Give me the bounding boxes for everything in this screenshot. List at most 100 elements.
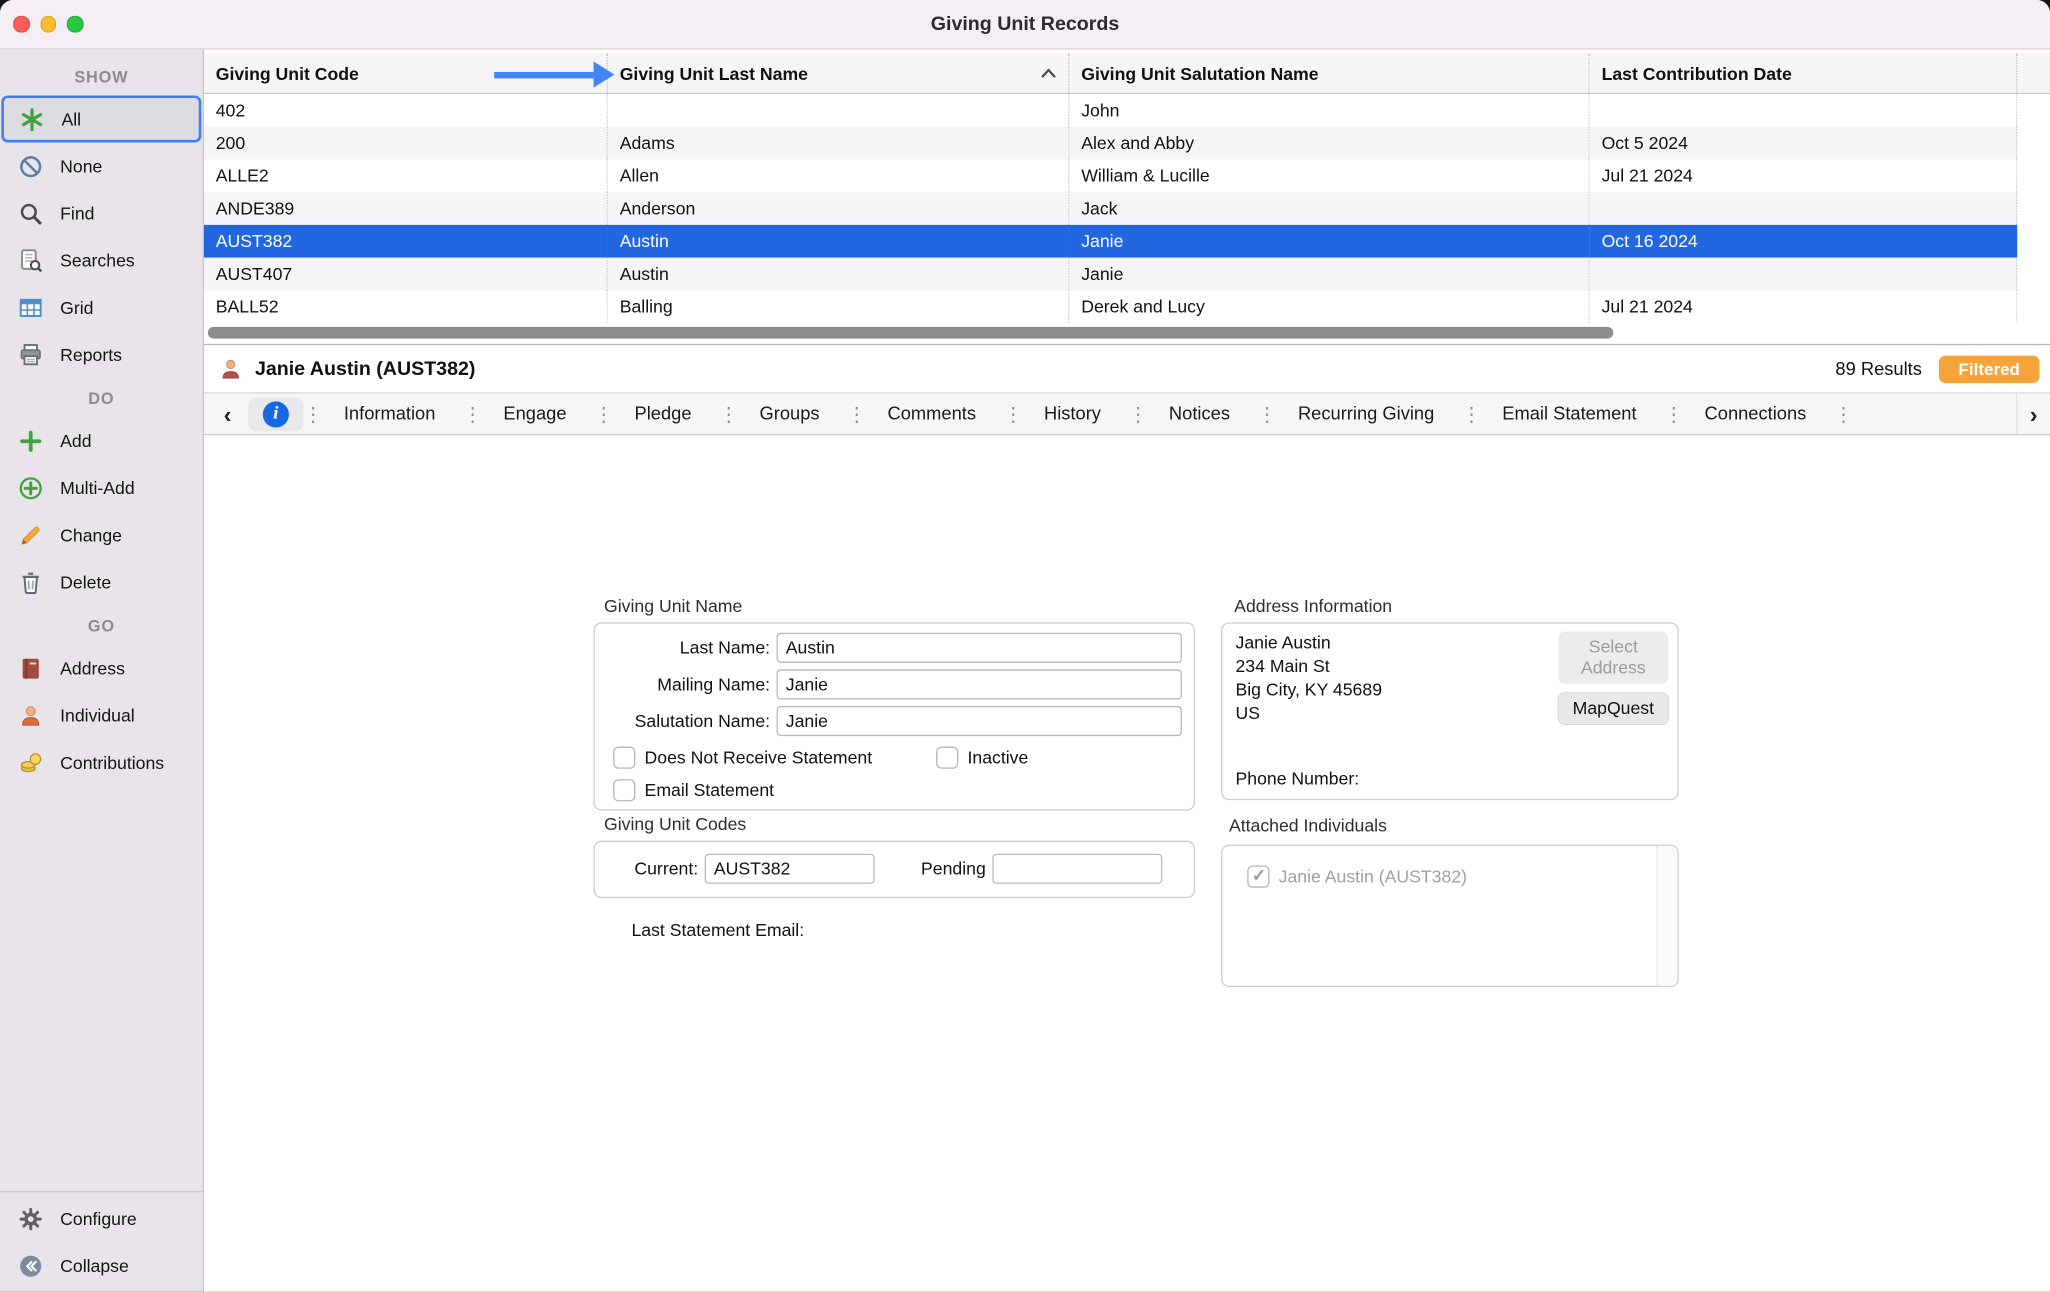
title-bar: Giving Unit Records: [0, 0, 2050, 50]
tab-history[interactable]: History: [1017, 394, 1129, 435]
cell-code: BALL52: [204, 290, 608, 323]
tab-notices[interactable]: Notices: [1141, 394, 1257, 435]
tab-menu-dots[interactable]: ⋮: [1834, 402, 1847, 426]
tab-recurring-giving[interactable]: Recurring Giving: [1271, 394, 1462, 435]
address-line-street: 234 Main St: [1235, 655, 1382, 679]
select-address-button[interactable]: Select Address: [1558, 631, 1668, 683]
tab-menu-dots[interactable]: ⋮: [303, 402, 316, 426]
salutation-name-field[interactable]: [777, 706, 1182, 736]
sidebar-item-reports[interactable]: Reports: [0, 331, 203, 378]
tab-pledge[interactable]: Pledge: [607, 394, 719, 435]
annotation-arrow-head: [594, 61, 615, 87]
tab-groups[interactable]: Groups: [732, 394, 847, 435]
sidebar-item-find[interactable]: Find: [0, 190, 203, 237]
current-code-field[interactable]: [705, 854, 875, 884]
app-window: Giving Unit Records SHOWAllNoneFindSearc…: [0, 0, 2050, 1292]
close-window-button[interactable]: [13, 16, 29, 32]
table-row-200[interactable]: 200AdamsAlex and AbbyOct 5 2024: [204, 127, 2050, 160]
table-row-ball52[interactable]: BALL52BallingDerek and LucyJul 21 2024: [204, 290, 2050, 323]
tab-strip: Information⋮Engage⋮Pledge⋮Groups⋮Comment…: [316, 394, 2050, 435]
cell-gutter: [2017, 127, 2050, 160]
tab-email-statement[interactable]: Email Statement: [1475, 394, 1664, 435]
giving-unit-codes-legend: Giving Unit Codes: [604, 815, 746, 835]
sidebar-item-all[interactable]: All: [1, 95, 201, 142]
change-icon: [17, 521, 44, 548]
tab-menu-dots[interactable]: ⋮: [719, 402, 732, 426]
tab-menu-dots[interactable]: ⋮: [1128, 402, 1141, 426]
tab-scroll-right-button[interactable]: ›: [2016, 394, 2050, 435]
sidebar-item-configure[interactable]: Configure: [0, 1195, 203, 1242]
filtered-badge[interactable]: Filtered: [1939, 355, 2040, 382]
zoom-window-button[interactable]: [67, 16, 83, 32]
tab-menu-dots[interactable]: ⋮: [1664, 402, 1677, 426]
address-line-name: Janie Austin: [1235, 631, 1382, 655]
sidebar-item-contributions[interactable]: Contributions: [0, 739, 203, 786]
cell-gutter: [2017, 290, 2050, 323]
sidebar-item-none[interactable]: None: [0, 143, 203, 190]
tab-information[interactable]: Information: [316, 394, 462, 435]
cell-salutation: Alex and Abby: [1069, 127, 1589, 160]
table-row-aust407[interactable]: AUST407AustinJanie: [204, 258, 2050, 291]
cell-salutation: Janie: [1069, 225, 1589, 258]
person-icon: [218, 356, 243, 381]
attached-individuals-scrollbar[interactable]: [1656, 846, 1677, 986]
address-line-country: US: [1235, 702, 1382, 726]
column-header-giving-unit-salutation-name[interactable]: Giving Unit Salutation Name: [1069, 54, 1589, 93]
last-name-field[interactable]: [777, 633, 1182, 663]
pending-code-label: Pending: [881, 854, 986, 884]
sidebar-item-individual[interactable]: Individual: [0, 692, 203, 739]
table-row-ande389[interactable]: ANDE389AndersonJack: [204, 192, 2050, 225]
annotation-arrow-line: [494, 72, 593, 79]
email-statement-checkbox[interactable]: [613, 779, 635, 801]
sidebar-item-multi-add[interactable]: Multi-Add: [0, 464, 203, 511]
mapquest-button[interactable]: MapQuest: [1558, 693, 1668, 724]
tab-scroll-left-button[interactable]: ‹: [212, 394, 243, 433]
table-row-402[interactable]: 402John: [204, 94, 2050, 127]
sidebar-item-add[interactable]: Add: [0, 417, 203, 464]
table-row-alle2[interactable]: ALLE2AllenWilliam & LucilleJul 21 2024: [204, 160, 2050, 193]
sidebar-item-address[interactable]: Address: [0, 645, 203, 692]
tab-comments[interactable]: Comments: [860, 394, 1003, 435]
sidebar-item-searches[interactable]: Searches: [0, 237, 203, 284]
mailing-name-field[interactable]: [777, 669, 1182, 699]
sort-ascending-icon: [1041, 68, 1057, 78]
inactive-checkbox[interactable]: [936, 747, 958, 769]
tab-menu-dots[interactable]: ⋮: [1003, 402, 1016, 426]
cell-last-name: Adams: [608, 127, 1070, 160]
cell-code: 402: [204, 94, 608, 127]
column-header-giving-unit-last-name[interactable]: Giving Unit Last Name: [608, 54, 1070, 93]
sidebar-item-label: Change: [60, 525, 122, 545]
sidebar-item-collapse[interactable]: Collapse: [0, 1243, 203, 1290]
column-header-last-contribution-date[interactable]: Last Contribution Date: [1590, 54, 2018, 93]
sidebar-item-delete[interactable]: Delete: [0, 558, 203, 605]
column-header-label: Giving Unit Code: [216, 64, 359, 84]
address-line-city: Big City, KY 45689: [1235, 679, 1382, 703]
horizontal-scrollbar-thumb[interactable]: [208, 327, 1613, 339]
table-header-row: Giving Unit Code Giving Unit Last NameGiv…: [204, 54, 2050, 95]
tab-menu-dots[interactable]: ⋮: [594, 402, 607, 426]
tab-info[interactable]: i: [248, 397, 303, 431]
email-statement-label: Email Statement: [645, 779, 774, 803]
cell-gutter: [2017, 192, 2050, 225]
table-row-aust382[interactable]: AUST382AustinJanieOct 16 2024: [204, 225, 2050, 258]
pending-code-field[interactable]: [992, 854, 1162, 884]
search-icon: [17, 199, 44, 226]
cell-last-contribution: Jul 21 2024: [1590, 160, 2018, 193]
tab-connections[interactable]: Connections: [1677, 394, 1834, 435]
sidebar: SHOWAllNoneFindSearchesGridReportsDOAddM…: [0, 50, 204, 1292]
cell-last-contribution: [1590, 258, 2018, 291]
minimize-window-button[interactable]: [40, 16, 56, 32]
cell-last-contribution: [1590, 94, 2018, 127]
attached-individual-checkbox[interactable]: [1247, 865, 1269, 887]
tab-engage[interactable]: Engage: [476, 394, 594, 435]
tab-menu-dots[interactable]: ⋮: [847, 402, 860, 426]
tab-menu-dots[interactable]: ⋮: [1462, 402, 1475, 426]
delete-icon: [17, 568, 44, 595]
does-not-receive-statement-checkbox[interactable]: [613, 747, 635, 769]
cell-last-name: Allen: [608, 160, 1070, 193]
tab-menu-dots[interactable]: ⋮: [1257, 402, 1270, 426]
sidebar-item-grid[interactable]: Grid: [0, 284, 203, 331]
sidebar-item-change[interactable]: Change: [0, 511, 203, 558]
tab-menu-dots[interactable]: ⋮: [463, 402, 476, 426]
cell-code: ANDE389: [204, 192, 608, 225]
